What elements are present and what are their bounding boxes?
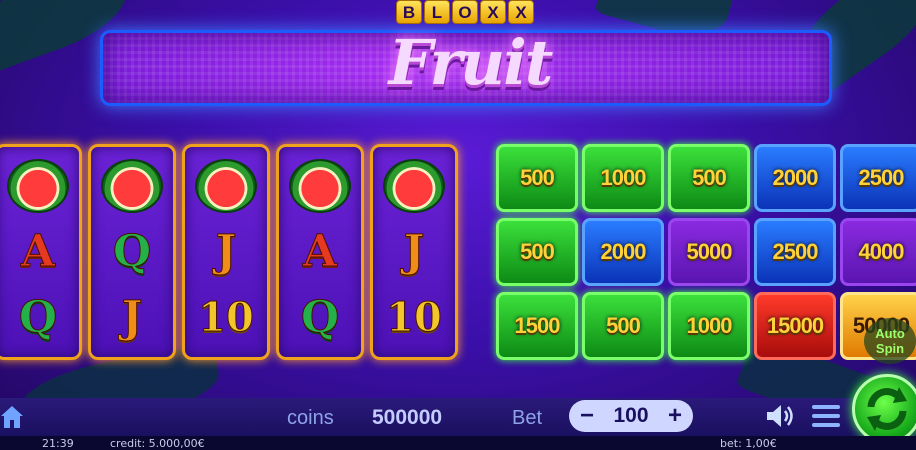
bonus-cell: 2000 xyxy=(582,218,664,286)
reel: AQ xyxy=(276,144,364,360)
reels-area: A Q Q J J 10 A Q J 10 xyxy=(0,144,458,360)
speaker-icon[interactable] xyxy=(764,402,796,430)
reel-symbol-text: 10 xyxy=(198,294,255,341)
bonus-cell: 500 xyxy=(496,144,578,212)
reel-symbol-text: Q xyxy=(18,292,58,343)
watermelon-icon xyxy=(101,159,163,213)
bonus-cell: 1500 xyxy=(496,292,578,360)
reel-symbol: A xyxy=(285,222,355,282)
bonus-cell: 500 xyxy=(496,218,578,286)
watermelon-icon xyxy=(7,159,69,213)
reel-symbol-text: J xyxy=(403,226,425,277)
bonus-cell: 4000 xyxy=(840,218,916,286)
reel-symbol: Q xyxy=(3,288,73,348)
bet-label: Bet xyxy=(512,407,543,429)
bet-increase-button[interactable]: + xyxy=(665,402,685,430)
bet-value: 100 xyxy=(613,404,649,427)
bonus-grid: 500 1000 500 2000 2500 500 2000 5000 2500 4000 150… xyxy=(496,144,916,360)
bonus-cell: 500 xyxy=(582,292,664,360)
bonus-cell: 2500 xyxy=(840,144,916,212)
reel-symbol: Q xyxy=(97,222,167,282)
coins-label: coins xyxy=(287,407,334,429)
watermelon-icon xyxy=(285,156,355,216)
credit-text: credit: 5.000,00€ xyxy=(110,437,205,450)
reel-symbol-text: Q xyxy=(112,226,152,277)
watermelon-icon xyxy=(191,156,261,216)
watermelon-icon xyxy=(379,156,449,216)
reel-symbol-text: 10 xyxy=(386,294,443,341)
bonus-cell: 1000 xyxy=(582,144,664,212)
autospin-button[interactable]: Auto Spin xyxy=(864,318,916,364)
reel: AQ xyxy=(0,144,82,360)
menu-icon[interactable] xyxy=(812,404,840,428)
bet-amount-text: bet: 1,00€ xyxy=(720,437,777,450)
reel-symbol: J xyxy=(379,222,449,282)
autospin-label: Auto xyxy=(875,326,905,341)
logo-letter: L xyxy=(424,0,450,24)
bet-decrease-button[interactable]: − xyxy=(577,402,597,430)
home-icon[interactable] xyxy=(0,404,24,430)
spin-arrows-icon xyxy=(867,387,907,431)
status-bar: 21:39 credit: 5.000,00€ bet: 1,00€ xyxy=(0,436,916,450)
reel: J 10 xyxy=(182,144,270,360)
reel-symbol: A xyxy=(3,222,73,282)
reel-symbol-text: J xyxy=(215,226,237,277)
bonus-cell: 2500 xyxy=(754,218,836,286)
watermelon-icon xyxy=(383,159,445,213)
reel-symbol-text: A xyxy=(302,226,338,277)
reel-symbol: Q xyxy=(285,288,355,348)
reel: QJ xyxy=(88,144,176,360)
reel-symbol-text: J xyxy=(121,292,143,343)
coins-value: 500000 xyxy=(372,406,443,429)
watermelon-icon xyxy=(195,159,257,213)
bonus-cell: 15000 xyxy=(754,292,836,360)
watermelon-icon xyxy=(3,156,73,216)
spin-button[interactable] xyxy=(852,374,916,444)
logo-letter: B xyxy=(396,0,422,24)
logo-bloxx: B L O X X xyxy=(396,0,534,24)
bonus-cell: 5000 xyxy=(668,218,750,286)
logo-letter: X xyxy=(508,0,534,24)
reel-symbol-text: A xyxy=(20,226,56,277)
reel-symbol: J xyxy=(191,222,261,282)
logo-fruit: Fruit xyxy=(388,26,554,99)
reel: J 10 xyxy=(370,144,458,360)
reel-symbol: 10 xyxy=(191,288,261,348)
watermelon-icon xyxy=(289,159,351,213)
bonus-cell: 2000 xyxy=(754,144,836,212)
clock-time: 21:39 xyxy=(42,437,74,450)
logo-letter: O xyxy=(452,0,478,24)
reel-symbol: J xyxy=(97,288,167,348)
logo-letter: X xyxy=(480,0,506,24)
reel-symbol-text: Q xyxy=(300,292,340,343)
bet-stepper: − 100 + xyxy=(569,400,693,432)
reel-symbol: 10 xyxy=(379,288,449,348)
bonus-cell: 1000 xyxy=(668,292,750,360)
bonus-cell: 500 xyxy=(668,144,750,212)
autospin-label: Spin xyxy=(875,341,905,356)
watermelon-icon xyxy=(97,156,167,216)
